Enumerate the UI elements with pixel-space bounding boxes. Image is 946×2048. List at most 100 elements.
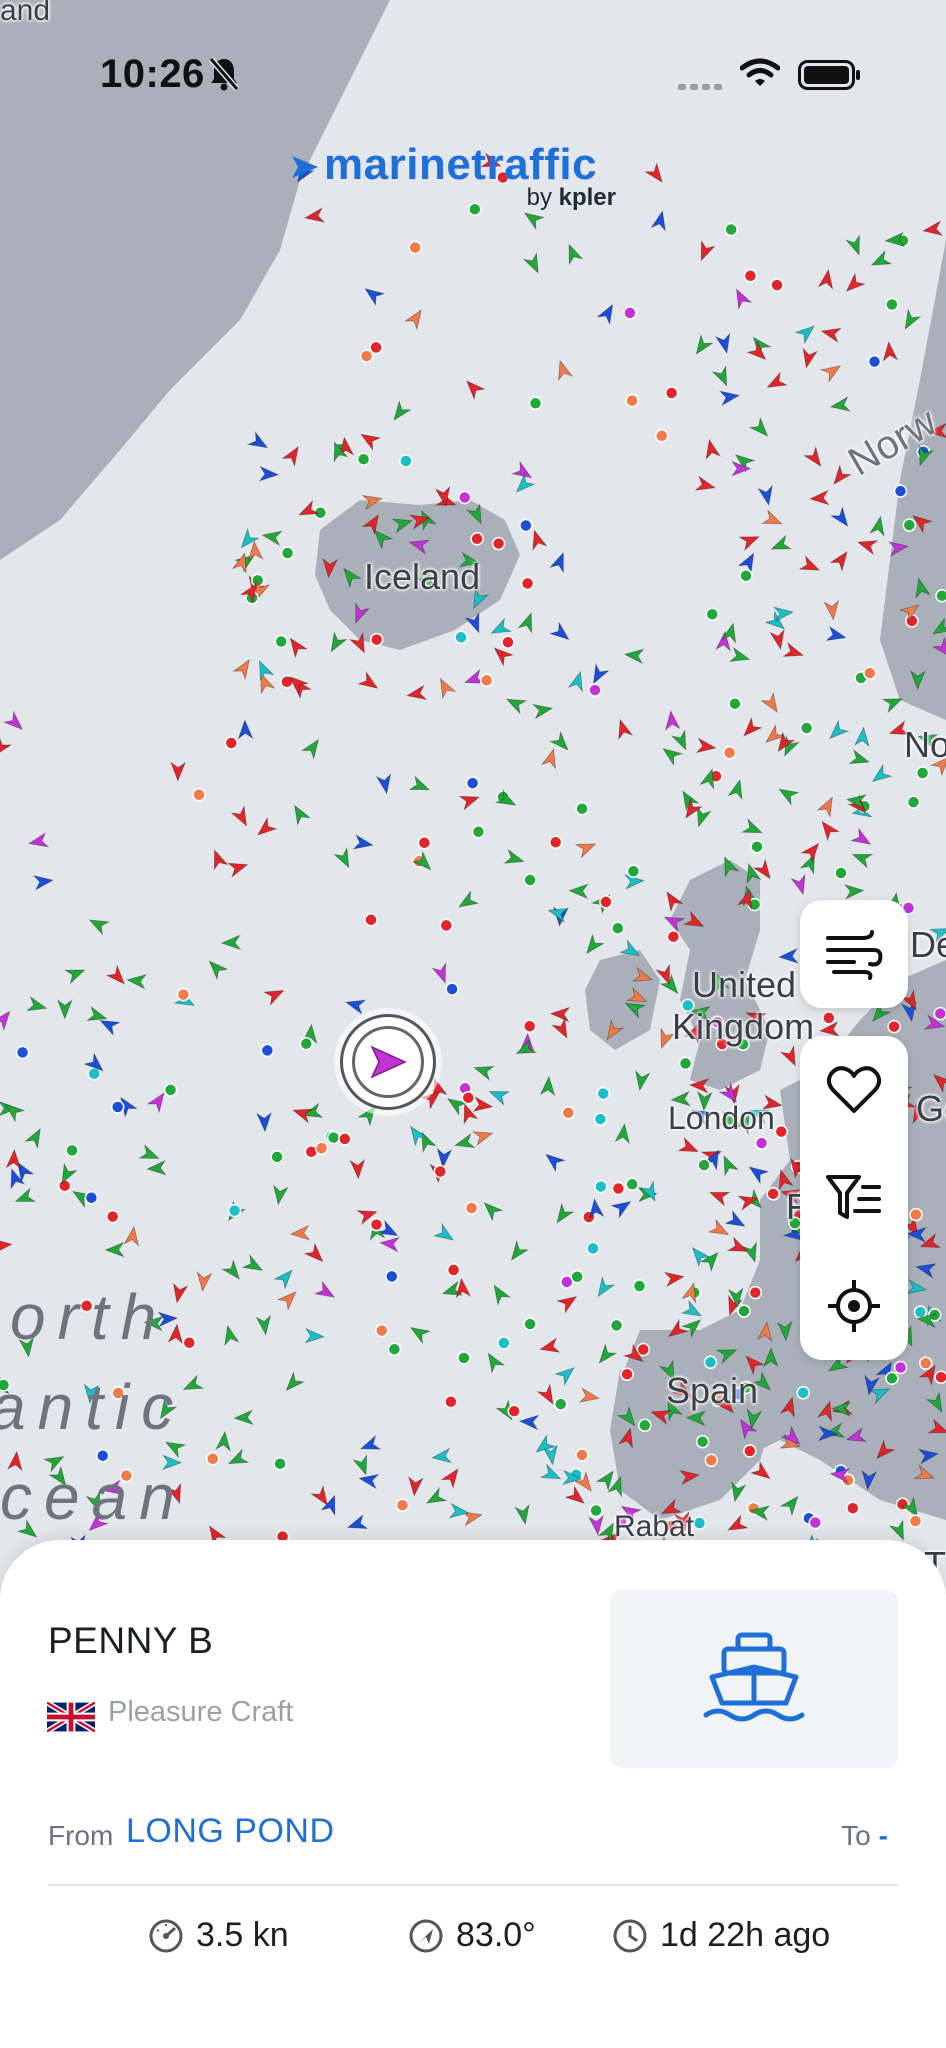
vessel-dot[interactable] xyxy=(586,1241,600,1256)
vessel-dot[interactable] xyxy=(570,1270,584,1284)
favorites-button[interactable] xyxy=(800,1036,908,1144)
vessel-dot[interactable] xyxy=(770,278,784,292)
vessel-dot[interactable] xyxy=(766,1187,780,1201)
vessel-dot[interactable] xyxy=(588,683,602,697)
vessel-dot[interactable] xyxy=(623,306,637,320)
vessel-dot[interactable] xyxy=(611,1181,626,1196)
vessel-dot[interactable] xyxy=(678,1056,693,1071)
vessel-dot[interactable] xyxy=(523,873,537,887)
vessel-dot[interactable] xyxy=(743,269,758,283)
vessel-dot[interactable] xyxy=(609,1318,624,1333)
filter-button[interactable] xyxy=(800,1144,908,1252)
vessel-dot[interactable] xyxy=(846,1501,860,1515)
vessel-dot[interactable] xyxy=(364,913,378,927)
vessel-dot[interactable] xyxy=(417,836,432,850)
vessel-dot[interactable] xyxy=(507,1404,521,1418)
vessel-dot[interactable] xyxy=(620,1367,634,1381)
vessel-dot[interactable] xyxy=(369,632,384,647)
vessel-dot[interactable] xyxy=(902,518,917,532)
vessel-dot[interactable] xyxy=(385,1269,399,1284)
vessel-dot[interactable] xyxy=(387,1342,402,1356)
vessel-dot[interactable] xyxy=(739,568,753,583)
wind-layer-button[interactable] xyxy=(800,900,908,1008)
vessel-dot[interactable] xyxy=(163,1083,178,1097)
vessel-dot[interactable] xyxy=(834,866,848,880)
vessel-dot[interactable] xyxy=(664,386,679,400)
vessel-photo-placeholder[interactable] xyxy=(610,1590,898,1768)
vessel-dot[interactable] xyxy=(356,452,371,466)
vessel-dot[interactable] xyxy=(273,1456,287,1471)
vessel-dot[interactable] xyxy=(632,1279,647,1293)
vessel-dot[interactable] xyxy=(553,1397,568,1411)
vessel-dot[interactable] xyxy=(589,1503,603,1518)
vessel-dot[interactable] xyxy=(893,484,908,498)
vessel-dot[interactable] xyxy=(274,634,288,649)
vessel-dot[interactable] xyxy=(528,396,543,411)
vessel-dot[interactable] xyxy=(444,1395,458,1409)
vessel-dot[interactable] xyxy=(724,222,738,237)
vessel-dot[interactable] xyxy=(497,1336,511,1350)
vessel-dot[interactable] xyxy=(692,1516,707,1530)
vessel-dot[interactable] xyxy=(454,630,468,645)
vessel-dot[interactable] xyxy=(457,1351,471,1365)
vessel-dot[interactable] xyxy=(919,1356,933,1371)
vessel-dot[interactable] xyxy=(654,429,669,443)
vessel-dot[interactable] xyxy=(750,839,764,854)
vessel-dot[interactable] xyxy=(57,1178,72,1193)
vessel-dot[interactable] xyxy=(906,795,921,809)
vessel-dot[interactable] xyxy=(935,588,946,603)
vessel-dot[interactable] xyxy=(224,736,239,750)
vessel-dot[interactable] xyxy=(666,929,681,944)
vessel-dot[interactable] xyxy=(893,1360,908,1375)
vessel-dot[interactable] xyxy=(743,1444,757,1458)
vessel-dot[interactable] xyxy=(470,532,484,546)
vessel-dot[interactable] xyxy=(885,297,899,312)
vessel-dot[interactable] xyxy=(863,666,877,680)
vessel-dot[interactable] xyxy=(445,982,459,996)
vessel-dot[interactable] xyxy=(457,490,472,505)
vessel-dot[interactable] xyxy=(636,1342,651,1357)
vessel-dot[interactable] xyxy=(697,1158,711,1172)
vessel-dot[interactable] xyxy=(593,1112,608,1126)
vessel-dot[interactable] xyxy=(625,393,639,408)
vessel-dot[interactable] xyxy=(548,835,563,849)
vessel-dot[interactable] xyxy=(596,1086,611,1101)
vessel-dot[interactable] xyxy=(446,1263,461,1277)
vessel-dot[interactable] xyxy=(433,1164,448,1179)
vessel-dot[interactable] xyxy=(522,1019,537,1033)
vessel-dot[interactable] xyxy=(808,1515,823,1530)
vessel-dot[interactable] xyxy=(491,536,506,551)
vessel-dot[interactable] xyxy=(359,349,374,363)
vessel-dot[interactable] xyxy=(479,673,494,688)
vessel-dot[interactable] xyxy=(523,1317,537,1331)
vessel-dot[interactable] xyxy=(270,1150,284,1164)
vessel-dot[interactable] xyxy=(822,1011,836,1025)
vessel-dot[interactable] xyxy=(703,1355,718,1370)
vessel-dot[interactable] xyxy=(176,987,191,1002)
vessel-dot[interactable] xyxy=(611,921,625,935)
vessel-dot[interactable] xyxy=(905,614,919,628)
vessel-dot[interactable] xyxy=(408,240,422,255)
vessel-dot[interactable] xyxy=(933,1006,946,1021)
vessel-dot[interactable] xyxy=(575,1448,589,1462)
vessel-dot[interactable] xyxy=(867,354,882,369)
vessel-dot[interactable] xyxy=(314,1141,329,1155)
vessel-dot[interactable] xyxy=(299,1036,314,1051)
vessel-dot[interactable] xyxy=(704,1453,719,1468)
map-view[interactable] xyxy=(0,0,946,1600)
vessel-dot[interactable] xyxy=(799,721,814,735)
vessel-dot[interactable] xyxy=(465,776,480,790)
vessel-dot[interactable] xyxy=(105,1209,120,1224)
vessel-dot[interactable] xyxy=(395,1498,410,1512)
vessel-dot[interactable] xyxy=(110,1100,125,1114)
vessel-dot[interactable] xyxy=(722,745,737,760)
vessel-dot[interactable] xyxy=(774,1124,789,1139)
selected-vessel-marker[interactable] xyxy=(340,1014,436,1110)
vessel-dot[interactable] xyxy=(909,1207,923,1222)
vessel-dot[interactable] xyxy=(705,607,720,621)
vessel-dot[interactable] xyxy=(748,1285,763,1300)
vessel-dot[interactable] xyxy=(695,1434,710,1449)
vessel-dot[interactable] xyxy=(638,1418,652,1433)
vessel-dot[interactable] xyxy=(561,1106,576,1120)
vessel-dot[interactable] xyxy=(501,635,515,649)
